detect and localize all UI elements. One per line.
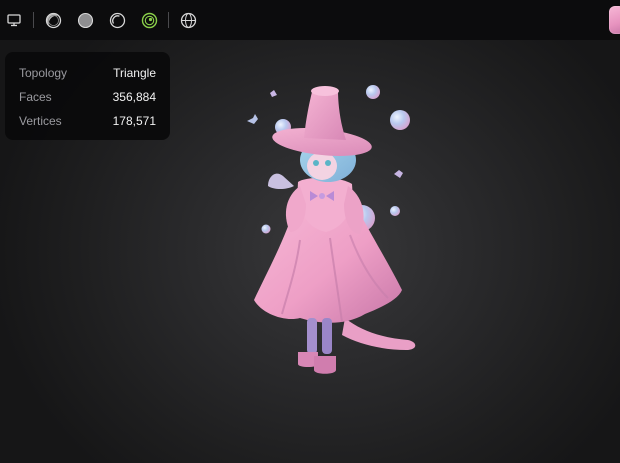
solid-shading-button[interactable] [76,11,94,29]
display-button[interactable] [5,11,23,29]
3d-viewport[interactable]: Topology Triangle Faces 356,884 Vertices… [0,0,620,463]
viewer-toolbar [0,0,620,40]
globe-wire-icon [180,12,196,28]
outline-shading-button[interactable] [108,11,126,29]
wireframe-button[interactable] [179,11,197,29]
matcap-shading-button[interactable] [44,11,62,29]
3d-model-render[interactable] [0,40,620,463]
half-sphere-icon [45,12,61,28]
avatar[interactable] [609,6,620,34]
monitor-icon [7,14,21,27]
outline-sphere-icon [109,12,125,28]
toolbar-divider [33,12,34,28]
toolbar-divider [168,12,169,28]
normal-shading-button[interactable] [140,11,158,29]
gray-sphere-icon [77,12,93,28]
green-sphere-icon [141,12,157,28]
